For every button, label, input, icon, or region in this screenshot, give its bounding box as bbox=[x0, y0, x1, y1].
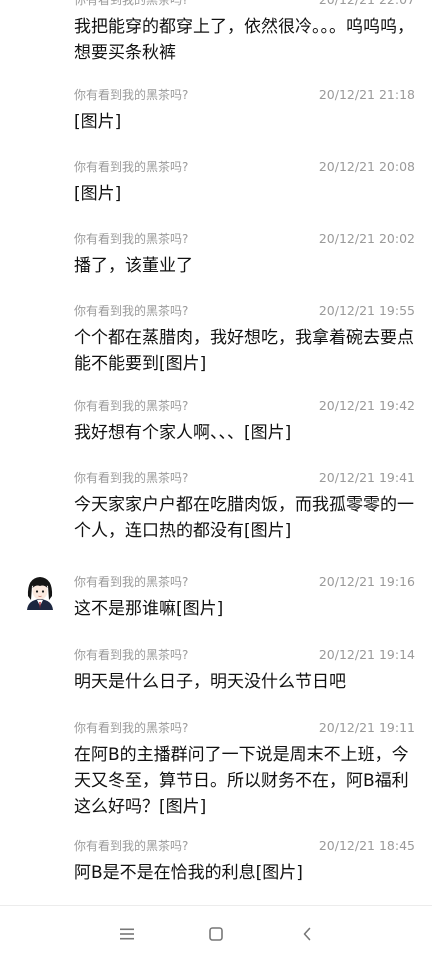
message-text: 在阿B的主播群问了一下说是周末不上班，今天又冬至，算节日。所以财务不在，阿B福利… bbox=[74, 745, 409, 817]
message-text: 播了，该董业了 bbox=[74, 256, 193, 276]
message-meta: 你有看到我的黑茶吗? 20/12/21 19:14 bbox=[74, 645, 415, 665]
message-meta: 你有看到我的黑茶吗? 20/12/21 22:07 bbox=[74, 0, 415, 10]
sender-name: 你有看到我的黑茶吗? bbox=[74, 721, 189, 735]
message-time: 20/12/21 19:16 bbox=[318, 574, 415, 589]
message-meta: 你有看到我的黑茶吗? 20/12/21 18:45 bbox=[74, 836, 415, 856]
sender-name: 你有看到我的黑茶吗? bbox=[74, 304, 189, 318]
message-text: 个个都在蒸腊肉，我好想吃，我拿着碗去要点能不能要到[图片] bbox=[74, 328, 414, 374]
sender-name: 你有看到我的黑茶吗? bbox=[74, 471, 189, 485]
message-meta: 你有看到我的黑茶吗? 20/12/21 20:02 bbox=[74, 229, 415, 249]
avatar[interactable] bbox=[22, 572, 58, 612]
back-chevron-icon bbox=[303, 927, 311, 941]
message-time: 20/12/21 22:07 bbox=[319, 0, 415, 10]
message-meta: 你有看到我的黑茶吗? 20/12/21 19:11 bbox=[74, 718, 415, 738]
message-meta: 你有看到我的黑茶吗? 20/12/21 19:16 bbox=[74, 572, 415, 592]
sender-name: 你有看到我的黑茶吗? bbox=[74, 575, 189, 589]
message-meta: 你有看到我的黑茶吗? 20/12/21 19:42 bbox=[74, 396, 415, 416]
message-meta: 你有看到我的黑茶吗? 20/12/21 19:41 bbox=[74, 468, 415, 488]
message-text: 我把能穿的都穿上了，依然很冷。。。呜呜呜，想要买条秋裤 bbox=[74, 17, 414, 63]
sender-name: 你有看到我的黑茶吗? bbox=[74, 88, 189, 102]
menu-icon bbox=[120, 928, 134, 940]
message-time: 20/12/21 19:42 bbox=[318, 398, 415, 413]
message-text: 明天是什么日子，明天没什么节日吧 bbox=[74, 672, 346, 692]
sender-name: 你有看到我的黑茶吗? bbox=[74, 160, 189, 174]
system-navigation-bar bbox=[0, 905, 432, 961]
sender-name: 你有看到我的黑茶吗? bbox=[74, 648, 189, 662]
message-text: 阿B是不是在恰我的利息[图片] bbox=[74, 863, 303, 883]
message-text: [图片] bbox=[74, 184, 122, 204]
message-time: 20/12/21 19:11 bbox=[318, 720, 415, 735]
message-time: 20/12/21 18:45 bbox=[318, 838, 415, 853]
message-meta: 你有看到我的黑茶吗? 20/12/21 21:18 bbox=[74, 85, 415, 105]
message-text: 我好想有个家人啊、、、[图片] bbox=[74, 423, 292, 443]
sender-name: 你有看到我的黑茶吗? bbox=[74, 399, 189, 413]
avatar-icon bbox=[27, 577, 53, 610]
message-text: [图片] bbox=[74, 112, 122, 132]
message-time: 20/12/21 19:41 bbox=[318, 470, 415, 485]
message-time: 20/12/21 19:55 bbox=[318, 303, 415, 318]
back-button[interactable] bbox=[295, 923, 319, 945]
message-text: 今天家家户户都在吃腊肉饭，而我孤零零的一个人，连口热的都没有[图片] bbox=[74, 495, 414, 541]
message-time: 20/12/21 20:02 bbox=[318, 231, 415, 246]
message-meta: 你有看到我的黑茶吗? 20/12/21 20:08 bbox=[74, 157, 415, 177]
chat-message-list[interactable]: 你有看到我的黑茶吗? 20/12/21 22:07 我把能穿的都穿上了，依然很冷… bbox=[0, 0, 432, 905]
sender-name: 你有看到我的黑茶吗? bbox=[74, 232, 189, 246]
message-time: 20/12/21 21:18 bbox=[318, 87, 415, 102]
message-time: 20/12/21 20:08 bbox=[318, 159, 415, 174]
sender-name: 你有看到我的黑茶吗? bbox=[74, 839, 189, 853]
home-square-icon bbox=[209, 927, 223, 941]
message-time: 20/12/21 19:14 bbox=[318, 647, 415, 662]
message-text: 这不是那谁嘛[图片] bbox=[74, 599, 224, 619]
menu-button[interactable] bbox=[115, 923, 139, 945]
home-button[interactable] bbox=[204, 923, 228, 945]
message-meta: 你有看到我的黑茶吗? 20/12/21 19:55 bbox=[74, 301, 415, 321]
sender-name: 你有看到我的黑茶吗? bbox=[74, 0, 189, 7]
